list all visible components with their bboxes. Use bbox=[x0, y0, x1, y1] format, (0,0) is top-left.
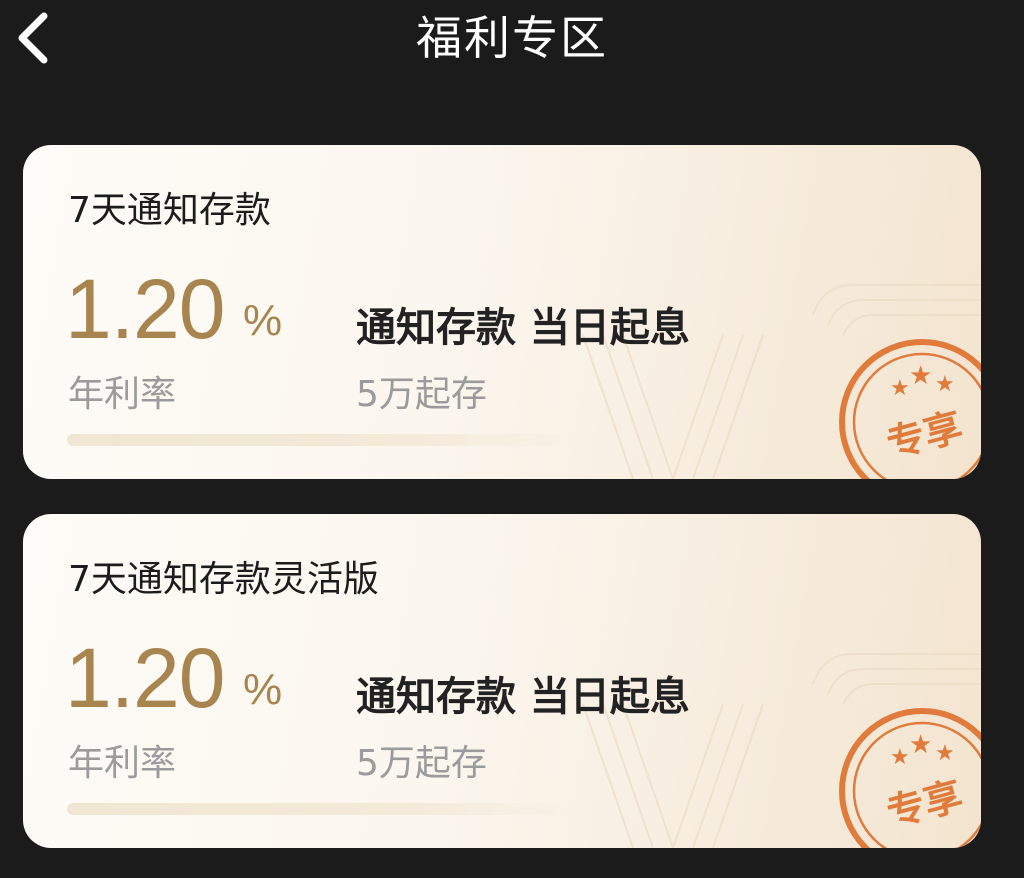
rate-label: 年利率 bbox=[68, 743, 177, 784]
page-title: 福利专区 bbox=[416, 11, 608, 65]
svg-text:★: ★ bbox=[890, 745, 910, 770]
rate-percent-sign: % bbox=[243, 296, 283, 345]
product-title: 7天通知存款灵活版 bbox=[68, 559, 379, 600]
product-feature: 通知存款 当日起息 bbox=[356, 305, 690, 351]
interest-rate: 1.20 bbox=[65, 631, 225, 725]
svg-text:★: ★ bbox=[890, 376, 910, 401]
interest-rate: 1.20 bbox=[65, 262, 225, 356]
rate-label: 年利率 bbox=[68, 374, 177, 415]
decorative-bar bbox=[67, 803, 563, 815]
minimum-deposit: 5万起存 bbox=[356, 374, 487, 415]
minimum-deposit: 5万起存 bbox=[356, 743, 487, 784]
deposit-card[interactable]: 7天通知存款灵活版 1.20 % 年利率 通知存款 当日起息 5万起存 ★ ★ … bbox=[23, 514, 981, 848]
product-title: 7天通知存款 bbox=[68, 190, 271, 231]
exclusive-stamp-badge: ★ ★ ★ 专享 bbox=[839, 708, 981, 848]
rate-percent-sign: % bbox=[243, 665, 283, 714]
badge-text: 专享 bbox=[882, 773, 967, 835]
product-feature: 通知存款 当日起息 bbox=[356, 674, 690, 720]
svg-text:★: ★ bbox=[909, 361, 932, 391]
svg-text:★: ★ bbox=[935, 741, 955, 766]
deposit-card[interactable]: 7天通知存款 1.20 % 年利率 通知存款 当日起息 5万起存 ★ ★ ★ 专… bbox=[23, 145, 981, 479]
badge-text: 专享 bbox=[882, 404, 967, 466]
exclusive-stamp-badge: ★ ★ ★ 专享 bbox=[839, 339, 981, 479]
svg-text:★: ★ bbox=[909, 730, 932, 760]
decorative-bar bbox=[67, 434, 563, 446]
svg-text:★: ★ bbox=[935, 372, 955, 397]
header-bar: 福利专区 bbox=[0, 0, 1024, 80]
